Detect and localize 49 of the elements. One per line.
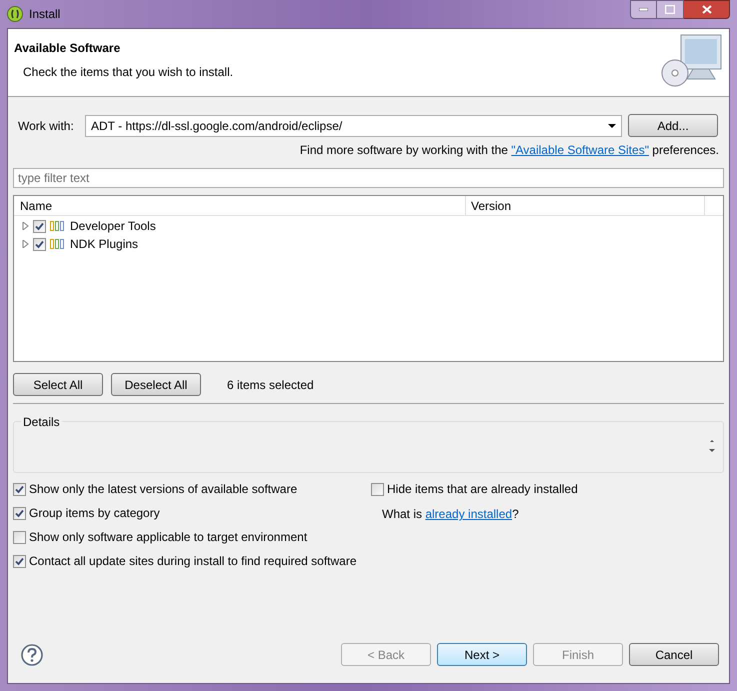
checkbox[interactable] bbox=[33, 238, 46, 250]
installed-link[interactable]: already installed bbox=[425, 507, 512, 521]
close-button[interactable] bbox=[684, 0, 730, 19]
work-with-label: Work with: bbox=[18, 118, 75, 134]
sites-hint-text: Find more software by working with the "Available Software Sites" preferences. bbox=[300, 142, 719, 159]
column-header[interactable]: Name bbox=[14, 196, 466, 215]
work-with-value: ADT - https://dl-ssl.google.com/android/eclipse/ bbox=[91, 118, 342, 134]
page-description: Check the items that you wish to install. bbox=[23, 64, 234, 81]
checkmark-icon bbox=[15, 484, 24, 494]
checkbox[interactable] bbox=[371, 482, 384, 496]
checkmark-icon bbox=[15, 508, 24, 518]
checkbox[interactable] bbox=[33, 220, 46, 232]
option-label[interactable]: Hide items that are already installed bbox=[387, 480, 578, 498]
sites-link[interactable]: "Available Software Sites" bbox=[511, 143, 649, 157]
dropdown-arrow-icon bbox=[608, 124, 616, 128]
add-button[interactable]: Add... bbox=[628, 114, 718, 137]
option-label[interactable]: Group items by category bbox=[29, 504, 160, 522]
filter-field[interactable]: type filter text bbox=[13, 168, 724, 188]
window-title: Install bbox=[29, 6, 60, 23]
column-header[interactable]: Version bbox=[466, 196, 705, 215]
help-icon[interactable] bbox=[21, 644, 43, 666]
checkbox[interactable] bbox=[13, 554, 26, 568]
option-label[interactable]: Show only software applicable to target environment bbox=[29, 528, 308, 546]
checkmark-icon bbox=[15, 556, 24, 566]
minimize-icon bbox=[639, 8, 648, 11]
maximize-icon bbox=[665, 5, 675, 14]
checkbox[interactable] bbox=[13, 506, 26, 520]
expand-arrow-icon[interactable] bbox=[22, 222, 29, 230]
wizard-button[interactable]: Cancel bbox=[629, 643, 719, 666]
category-icon bbox=[50, 221, 64, 231]
option-label[interactable]: Contact all update sites during install to find required software bbox=[29, 552, 357, 570]
close-icon bbox=[702, 5, 712, 14]
tree-item-label[interactable]: Developer Tools bbox=[70, 217, 156, 235]
minimize-button[interactable] bbox=[630, 0, 657, 19]
page-title: Available Software bbox=[14, 40, 122, 57]
maximize-button[interactable] bbox=[657, 0, 684, 19]
already-installed-hint: What is already installed? bbox=[382, 506, 520, 521]
option-label[interactable]: Show only the latest versions of available software bbox=[29, 480, 298, 498]
tree-item-label[interactable]: NDK Plugins bbox=[70, 235, 138, 253]
select-all-button[interactable]: Select All bbox=[13, 373, 103, 396]
work-with-combo[interactable]: ADT - https://dl-ssl.google.com/android/eclipse/ bbox=[85, 114, 622, 136]
expand-arrow-icon[interactable] bbox=[22, 240, 29, 248]
app-icon bbox=[7, 6, 23, 22]
deselect-all-button[interactable]: Deselect All bbox=[111, 373, 201, 396]
category-icon bbox=[50, 239, 64, 249]
wizard-button[interactable]: Next > bbox=[437, 643, 527, 666]
selection-count: 6 items selected bbox=[227, 376, 314, 394]
checkbox[interactable] bbox=[13, 530, 26, 544]
checkbox[interactable] bbox=[13, 482, 26, 496]
